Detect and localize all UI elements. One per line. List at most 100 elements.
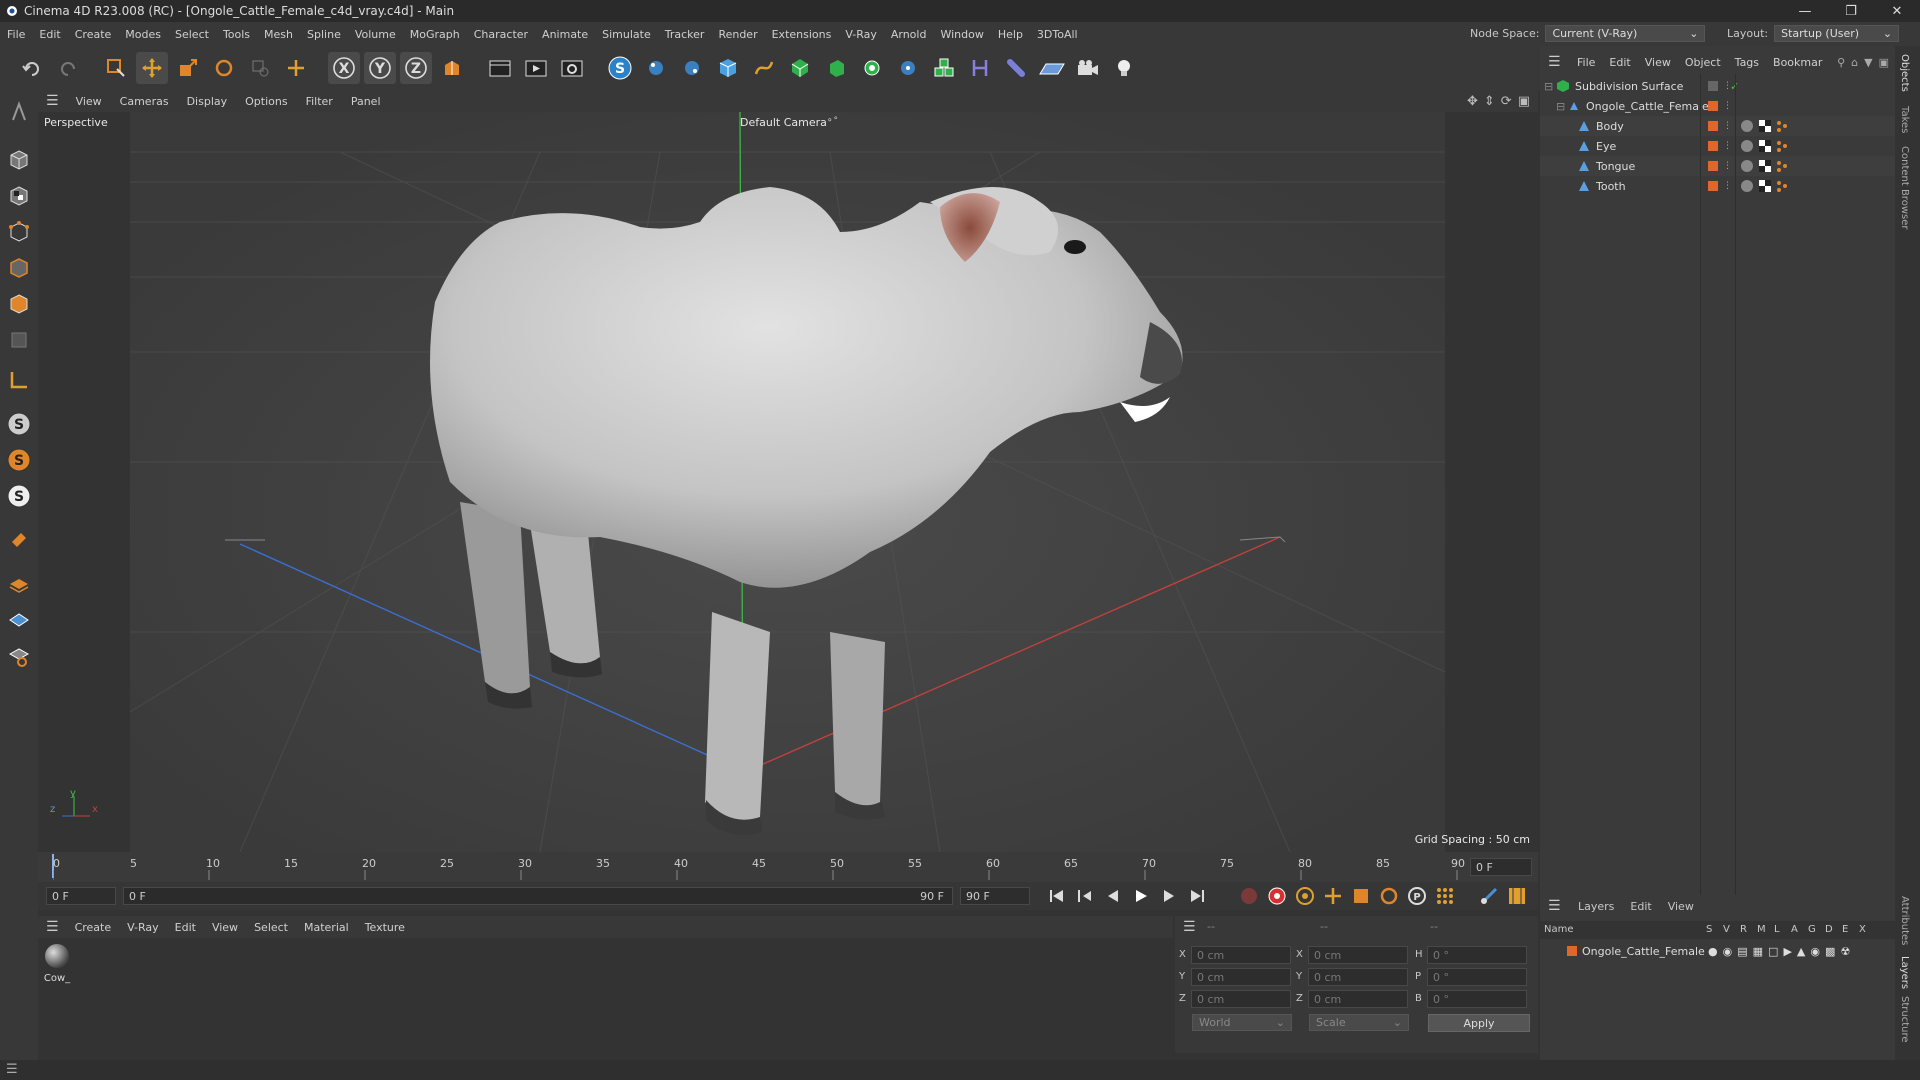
- manager-icon[interactable]: ▦: [1753, 945, 1763, 958]
- position-key-icon[interactable]: [1322, 885, 1344, 907]
- frame-range-slider[interactable]: 0 F 90 F: [123, 887, 953, 905]
- layer-menu-layers[interactable]: Layers: [1570, 900, 1622, 913]
- polygons-mode-icon[interactable]: [3, 288, 35, 320]
- zoom-view-icon[interactable]: ⇕: [1484, 94, 1495, 109]
- snap-icon[interactable]: S: [3, 408, 35, 440]
- coordinate-system-icon[interactable]: [436, 52, 468, 84]
- menu-animate[interactable]: Animate: [535, 28, 595, 41]
- coord-mode-select[interactable]: World ⌄: [1192, 1014, 1292, 1031]
- layer-color-icon[interactable]: [1707, 140, 1719, 152]
- python-script-2-icon[interactable]: [676, 52, 708, 84]
- pos-y-field[interactable]: 0 cm: [1191, 968, 1291, 986]
- editor-render-dots-icon[interactable]: ⋮: [1723, 101, 1732, 111]
- scale-tool-icon[interactable]: [172, 52, 204, 84]
- viewport-menu-cameras[interactable]: Cameras: [111, 95, 178, 108]
- pos-x-field[interactable]: 0 cm: [1191, 946, 1291, 964]
- layer-stack-icon[interactable]: [3, 568, 35, 600]
- viewport-menu-filter[interactable]: Filter: [297, 95, 342, 108]
- editor-render-dots-icon[interactable]: ⋮: [1723, 121, 1732, 131]
- menu-modes[interactable]: Modes: [118, 28, 168, 41]
- object-menu-bookmarks[interactable]: Bookmar: [1766, 56, 1829, 69]
- tab-layers[interactable]: Layers: [1899, 956, 1910, 989]
- go-to-start-icon[interactable]: [1046, 886, 1068, 906]
- generator-icon[interactable]: ▲: [1797, 945, 1805, 958]
- rot-b-field[interactable]: 0 °: [1427, 990, 1527, 1008]
- material-tag-icon[interactable]: [1758, 139, 1772, 153]
- uv-mode-icon[interactable]: [3, 324, 35, 356]
- material-menu-select[interactable]: Select: [246, 921, 296, 934]
- end-frame-field[interactable]: 90 F: [960, 887, 1030, 905]
- render-settings-icon[interactable]: [556, 52, 588, 84]
- light-object-icon[interactable]: [1108, 52, 1140, 84]
- point-level-animation-icon[interactable]: [1434, 885, 1456, 907]
- menu-render[interactable]: Render: [711, 28, 764, 41]
- perspective-label[interactable]: Perspective: [44, 116, 108, 129]
- object-mode-icon[interactable]: [3, 144, 35, 176]
- layer-menu-edit[interactable]: Edit: [1622, 900, 1659, 913]
- pan-view-icon[interactable]: ✥: [1467, 94, 1478, 109]
- mograph-cubes-icon[interactable]: [928, 52, 960, 84]
- parameter-key-icon[interactable]: P: [1406, 885, 1428, 907]
- z-axis-lock-icon[interactable]: Z: [400, 52, 432, 84]
- menu-tracker[interactable]: Tracker: [658, 28, 712, 41]
- cloner-icon[interactable]: [856, 52, 888, 84]
- xref-icon[interactable]: ☢: [1840, 945, 1850, 958]
- extrude-icon[interactable]: [820, 52, 852, 84]
- menu-extensions[interactable]: Extensions: [765, 28, 839, 41]
- autokeying-icon[interactable]: [1266, 885, 1288, 907]
- uvw-tag-icon[interactable]: [1775, 139, 1789, 153]
- pen-spline-icon[interactable]: [748, 52, 780, 84]
- menu-window[interactable]: Window: [933, 28, 990, 41]
- layer-color-icon[interactable]: [1707, 100, 1719, 112]
- menu-arnold[interactable]: Arnold: [884, 28, 934, 41]
- object-menu-file[interactable]: File: [1570, 56, 1602, 69]
- phong-tag-icon[interactable]: [1740, 139, 1754, 153]
- menu-mesh[interactable]: Mesh: [257, 28, 300, 41]
- phong-tag-icon[interactable]: [1740, 179, 1754, 193]
- move-tool-icon[interactable]: [136, 52, 168, 84]
- menu-edit[interactable]: Edit: [32, 28, 67, 41]
- go-to-previous-keyframe-icon[interactable]: [1074, 886, 1096, 906]
- python-generator-icon[interactable]: [892, 52, 924, 84]
- new-window-icon[interactable]: ▣: [1879, 56, 1889, 69]
- maximize-view-icon[interactable]: ▣: [1518, 94, 1530, 109]
- y-axis-lock-icon[interactable]: Y: [364, 52, 396, 84]
- material-menu-create[interactable]: Create: [67, 921, 120, 934]
- viewport-menu-options[interactable]: Options: [236, 95, 296, 108]
- pos-z-field[interactable]: 0 cm: [1191, 990, 1291, 1008]
- close-icon[interactable]: ✕: [1874, 0, 1920, 22]
- workplane-icon[interactable]: [3, 364, 35, 396]
- tab-structure[interactable]: Structure: [1899, 996, 1910, 1043]
- object-menu-object[interactable]: Object: [1678, 56, 1728, 69]
- field-icon[interactable]: [1000, 52, 1032, 84]
- material-menu-edit[interactable]: Edit: [167, 921, 204, 934]
- material-tag-icon[interactable]: [1758, 119, 1772, 133]
- material-menu-texture[interactable]: Texture: [357, 921, 413, 934]
- size-z-field[interactable]: 0 cm: [1308, 990, 1408, 1008]
- size-x-field[interactable]: 0 cm: [1308, 946, 1408, 964]
- layer-color-icon[interactable]: [1707, 180, 1719, 192]
- timeline-window-icon[interactable]: [1506, 885, 1528, 907]
- menu-help[interactable]: Help: [991, 28, 1030, 41]
- grid-icon[interactable]: [3, 604, 35, 636]
- lasso-icon[interactable]: [244, 52, 276, 84]
- layer-menu-view[interactable]: View: [1660, 900, 1702, 913]
- menu-file[interactable]: File: [0, 28, 32, 41]
- lock-icon[interactable]: □: [1768, 945, 1778, 958]
- hamburger-icon[interactable]: ☰: [38, 919, 67, 935]
- expression-icon[interactable]: ▩: [1825, 945, 1835, 958]
- visibility-toggle-icon[interactable]: [1707, 80, 1719, 92]
- menu-character[interactable]: Character: [467, 28, 535, 41]
- apply-button[interactable]: Apply: [1428, 1014, 1530, 1032]
- rotation-key-icon[interactable]: [1378, 885, 1400, 907]
- restore-icon[interactable]: ❐: [1828, 0, 1874, 22]
- object-row-tooth[interactable]: Tooth ⋮: [1540, 176, 1895, 196]
- hamburger-icon[interactable]: ☰: [1183, 919, 1196, 935]
- collapse-icon[interactable]: ⊟: [1544, 80, 1553, 93]
- scale-key-icon[interactable]: [1350, 885, 1372, 907]
- magnet-icon[interactable]: [3, 524, 35, 556]
- menu-volume[interactable]: Volume: [348, 28, 403, 41]
- object-row-ongole-cattle-female[interactable]: ⊟ Ongole_Cattle_Female ⋮: [1540, 96, 1895, 116]
- solo-icon[interactable]: ●: [1708, 945, 1718, 958]
- play-forwards-icon[interactable]: [1130, 886, 1152, 906]
